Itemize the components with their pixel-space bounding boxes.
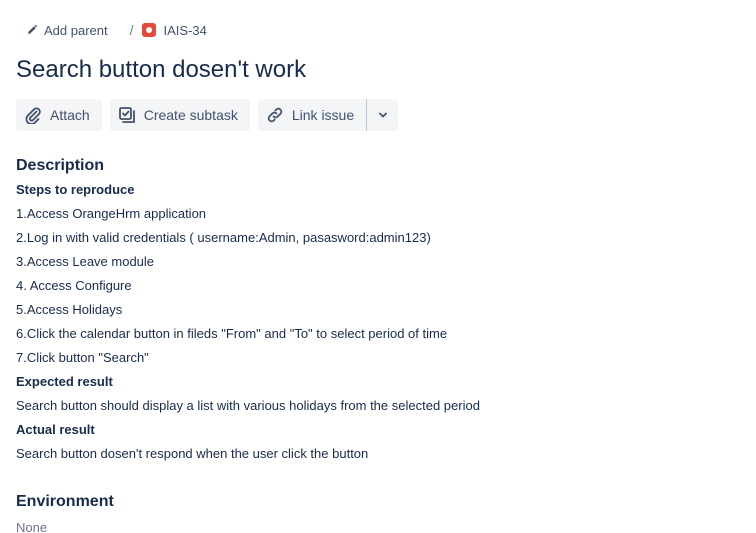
create-subtask-label: Create subtask <box>143 107 238 123</box>
page-title[interactable]: Search button dosen't work <box>16 56 306 84</box>
description-subheading: Expected result <box>16 374 113 389</box>
description-line: Search button dosen't respond when the u… <box>16 446 369 461</box>
bug-icon <box>141 23 156 37</box>
description-body[interactable]: Steps to reproduce 1.Access OrangeHrm app… <box>16 178 736 466</box>
environment-heading: Environment <box>16 493 114 510</box>
description-line: 5.Access Holidays <box>16 302 123 317</box>
chevron-down-icon <box>377 109 389 121</box>
link-icon <box>266 106 284 124</box>
paperclip-icon <box>24 106 42 124</box>
issue-key-link[interactable]: IAIS-34 <box>141 22 207 38</box>
create-subtask-button[interactable]: Create subtask <box>109 99 250 131</box>
description-line: 6.Click the calendar button in fileds "F… <box>16 326 448 341</box>
link-issue-group: Link issue <box>257 99 399 131</box>
issue-key-label: IAIS-34 <box>163 22 207 38</box>
pencil-icon <box>26 24 38 36</box>
add-parent-link[interactable]: Add parent <box>26 23 108 38</box>
description-line: 2.Log in with valid credentials ( userna… <box>16 230 431 245</box>
add-parent-label: Add parent <box>44 22 108 38</box>
breadcrumb-separator: / <box>129 22 134 38</box>
description-heading: Description <box>16 157 105 174</box>
issue-toolbar: Attach Create subtask Link issue <box>16 99 399 131</box>
attach-label: Attach <box>50 107 90 123</box>
description-line: 1.Access OrangeHrm application <box>16 206 207 221</box>
environment-value[interactable]: None <box>16 518 47 533</box>
description-subheading: Steps to reproduce <box>16 182 135 197</box>
description-line: 4. Access Configure <box>16 278 132 293</box>
link-issue-button[interactable]: Link issue <box>257 99 367 131</box>
breadcrumb: Add parent / IAIS-34 <box>26 21 207 39</box>
description-line: 3.Access Leave module <box>16 254 155 269</box>
description-line: 7.Click button "Search" <box>16 350 149 365</box>
link-issue-dropdown-button[interactable] <box>366 99 399 131</box>
attach-button[interactable]: Attach <box>16 99 102 131</box>
subtask-icon <box>118 106 136 124</box>
link-issue-label: Link issue <box>291 107 355 123</box>
description-line: Search button should display a list with… <box>16 398 480 413</box>
description-subheading: Actual result <box>16 422 95 437</box>
